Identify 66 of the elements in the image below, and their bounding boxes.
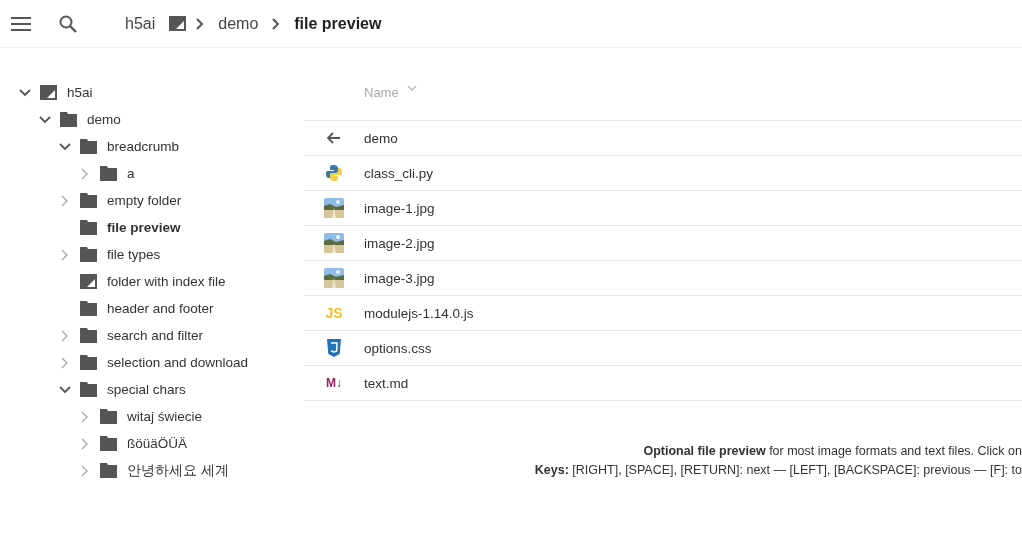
- tree-item[interactable]: special chars: [107, 382, 186, 397]
- folder-icon: [100, 436, 117, 451]
- chevron-right-icon[interactable]: [61, 356, 69, 369]
- folder-icon: [80, 247, 97, 262]
- chevron-down-icon[interactable]: [19, 88, 31, 97]
- tree-item[interactable]: ßöüäÖÜÄ: [127, 436, 188, 451]
- chevron-right-icon[interactable]: [81, 464, 89, 477]
- info-text: Keys: [RIGHT], [SPACE], [RETURN]: next — [LEFT], [BACKSPACE]: previous — [F]: to: [534, 463, 1022, 477]
- chevron-right-icon[interactable]: [81, 410, 89, 423]
- folder-icon: [40, 85, 57, 100]
- tree-item[interactable]: breadcrumb: [107, 139, 180, 154]
- folder-icon: [80, 355, 97, 370]
- folder-icon: [80, 220, 97, 235]
- tree-item[interactable]: a: [127, 166, 135, 181]
- chevron-down-icon[interactable]: [39, 115, 51, 124]
- tree-item[interactable]: selection and download: [107, 355, 249, 370]
- chevron-right-icon[interactable]: [81, 167, 89, 180]
- file-name[interactable]: demo: [364, 130, 398, 146]
- tree-item[interactable]: empty folder: [107, 193, 182, 208]
- breadcrumb-current[interactable]: file preview: [294, 14, 382, 33]
- tree-item[interactable]: demo: [87, 112, 121, 127]
- file-name[interactable]: text.md: [364, 375, 409, 391]
- python-icon: [325, 164, 343, 182]
- folder-icon: [80, 328, 97, 343]
- folder-icon: [100, 463, 117, 478]
- folder-icon: [80, 301, 97, 316]
- markdown-icon: M↓: [326, 376, 342, 390]
- search-icon[interactable]: [59, 14, 77, 33]
- folder-icon: [169, 16, 187, 31]
- file-name[interactable]: class_cli.py: [364, 165, 434, 181]
- folder-icon: [80, 274, 97, 289]
- file-name[interactable]: modulejs-1.14.0.js: [364, 305, 474, 321]
- info-text: Optional file preview for most image formats and text files. Click on: [643, 444, 1022, 458]
- folder-icon: [80, 139, 97, 154]
- breadcrumb-link[interactable]: demo: [218, 14, 259, 33]
- css-shield-icon: [327, 339, 341, 357]
- chevron-right-icon: [272, 17, 281, 30]
- tree-item[interactable]: witaj świecie: [127, 409, 203, 424]
- chevron-down-icon[interactable]: [59, 385, 71, 394]
- back-arrow-icon: [327, 132, 341, 144]
- tree-item[interactable]: file types: [107, 247, 161, 262]
- chevron-right-icon[interactable]: [81, 437, 89, 450]
- chevron-right-icon[interactable]: [61, 194, 69, 207]
- chevron-right-icon[interactable]: [61, 248, 69, 261]
- breadcrumb-link[interactable]: h5ai: [125, 14, 156, 33]
- tree-item[interactable]: search and filter: [107, 328, 204, 343]
- folder-icon: [100, 409, 117, 424]
- sort-chevron-icon[interactable]: [406, 85, 417, 92]
- menu-icon[interactable]: [11, 16, 31, 31]
- tree-item[interactable]: h5ai: [67, 85, 93, 100]
- chevron-down-icon[interactable]: [59, 142, 71, 151]
- folder-icon: [60, 112, 77, 127]
- file-name[interactable]: image-2.jpg: [364, 235, 435, 251]
- folder-icon: [80, 382, 97, 397]
- folder-icon: [80, 193, 97, 208]
- file-name[interactable]: image-1.jpg: [364, 200, 435, 216]
- chevron-right-icon: [196, 17, 205, 30]
- tree-item[interactable]: folder with index file: [107, 274, 226, 289]
- file-name[interactable]: options.css: [364, 340, 432, 356]
- js-icon: JS: [325, 305, 343, 321]
- folder-icon: [100, 166, 117, 181]
- chevron-right-icon[interactable]: [61, 329, 69, 342]
- file-name[interactable]: image-3.jpg: [364, 270, 435, 286]
- tree-item[interactable]: header and footer: [107, 301, 214, 316]
- tree-item[interactable]: file preview: [107, 220, 181, 235]
- tree-item[interactable]: 안녕하세요 세계: [127, 461, 229, 480]
